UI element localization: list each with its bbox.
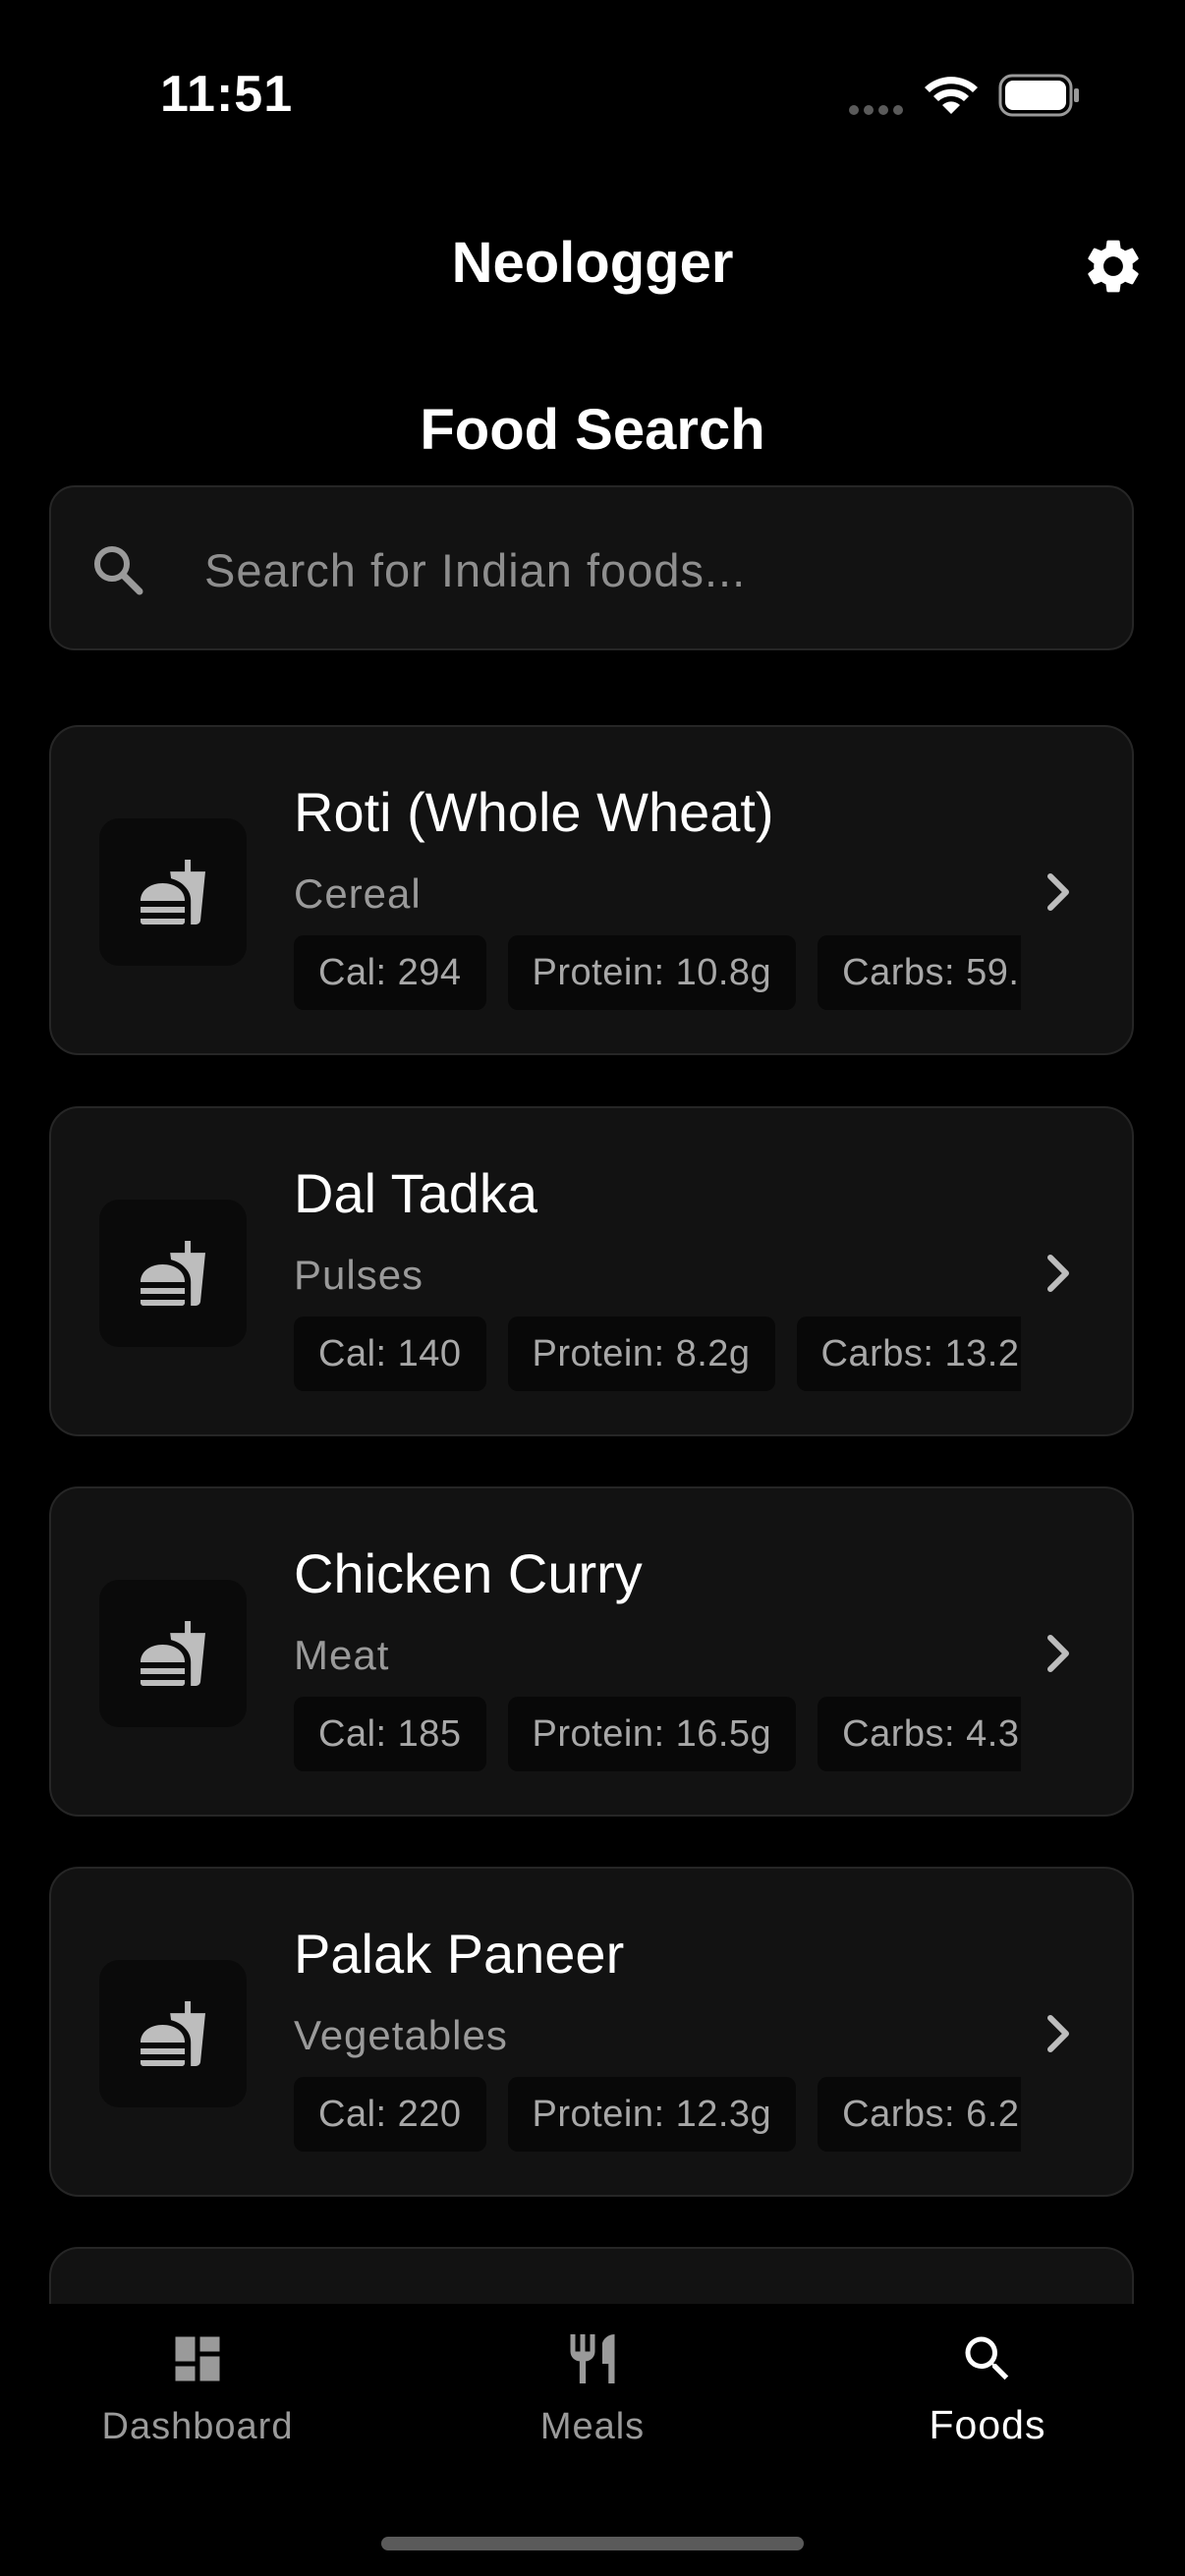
food-thumbnail (99, 1200, 247, 1347)
nav-item-foods[interactable]: Foods (790, 2304, 1185, 2461)
nav-item-dashboard[interactable]: Dashboard (0, 2304, 395, 2461)
calories-chip: Cal: 185 (294, 1697, 486, 1771)
nav-label: Dashboard (101, 2406, 294, 2447)
food-name: Palak Paneer (294, 1923, 625, 1985)
food-name: Chicken Curry (294, 1542, 643, 1604)
nav-label: Foods (929, 2402, 1046, 2447)
food-list: Roti (Whole Wheat) Cereal Cal: 294 Protei… (0, 0, 1185, 2304)
fastfood-icon (141, 2001, 205, 2066)
app-screen: 11:51 Neologger Food Search Search for I… (0, 0, 1185, 2576)
food-card[interactable]: Palak Paneer Vegetables Cal: 220 Protein:… (49, 1867, 1134, 2197)
carbs-chip: Carbs: 6.2 (818, 2077, 1021, 2152)
nutrient-chips: Cal: 294 Protein: 10.8g Carbs: 59. (294, 935, 1021, 1010)
food-category: Cereal (294, 870, 422, 917)
search-icon (965, 2336, 1009, 2380)
protein-chip: Protein: 16.5g (507, 1697, 797, 1771)
fastfood-icon (141, 1621, 205, 1686)
food-category: Pulses (294, 1252, 424, 1298)
bottom-nav: Dashboard Meals Foods (0, 2304, 1185, 2576)
nav-label: Meals (539, 2406, 646, 2447)
fastfood-icon (141, 1241, 205, 1306)
nutrient-chips: Cal: 140 Protein: 8.2g Carbs: 13.2 (294, 1316, 1021, 1391)
nutrient-chips: Cal: 185 Protein: 16.5g Carbs: 4.3 (294, 1697, 1021, 1771)
carbs-chip: Carbs: 13.2 (796, 1316, 1021, 1391)
calories-chip: Cal: 140 (294, 1316, 486, 1391)
food-thumbnail (99, 1580, 247, 1727)
food-name: Dal Tadka (294, 1162, 538, 1224)
food-name: Roti (Whole Wheat) (294, 781, 774, 843)
carbs-chip: Carbs: 4.3 (818, 1697, 1021, 1771)
food-category: Meat (294, 1632, 390, 1678)
chevron-right-icon (1047, 873, 1069, 911)
food-thumbnail (99, 818, 247, 966)
protein-chip: Protein: 10.8g (507, 935, 797, 1010)
food-card[interactable] (49, 2247, 1134, 2304)
protein-chip: Protein: 8.2g (507, 1316, 775, 1391)
food-thumbnail (99, 1960, 247, 2107)
nav-item-meals[interactable]: Meals (395, 2304, 790, 2461)
food-card[interactable]: Roti (Whole Wheat) Cereal Cal: 294 Protei… (49, 725, 1134, 1055)
carbs-chip: Carbs: 59. (818, 935, 1021, 1010)
food-card[interactable]: Dal Tadka Pulses Cal: 140 Protein: 8.2g Ca… (49, 1106, 1134, 1436)
calories-chip: Cal: 220 (294, 2077, 486, 2152)
fastfood-icon (141, 860, 205, 924)
dashboard-icon (175, 2336, 220, 2381)
food-category: Vegetables (294, 2012, 508, 2058)
fork-knife-icon (570, 2334, 615, 2383)
chevron-right-icon (1047, 1635, 1069, 1672)
calories-chip: Cal: 294 (294, 935, 486, 1010)
home-indicator (381, 2537, 804, 2550)
nutrient-chips: Cal: 220 Protein: 12.3g Carbs: 6.2 (294, 2077, 1021, 2152)
protein-chip: Protein: 12.3g (507, 2077, 797, 2152)
chevron-right-icon (1047, 1255, 1069, 1292)
food-card[interactable]: Chicken Curry Meat Cal: 185 Protein: 16.5… (49, 1486, 1134, 1817)
chevron-right-icon (1047, 2015, 1069, 2052)
